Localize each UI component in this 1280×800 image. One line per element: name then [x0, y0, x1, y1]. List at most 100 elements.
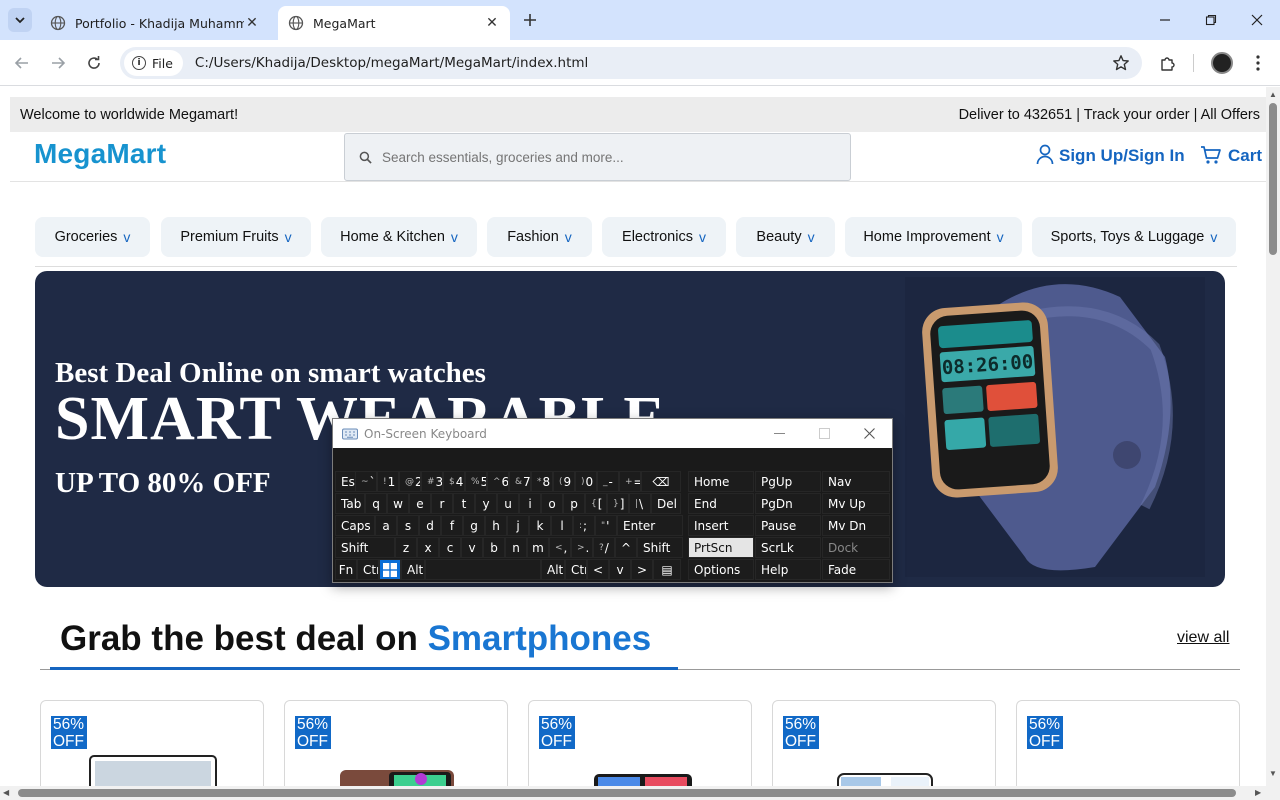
osk-nav-key[interactable]: Mv Up: [822, 493, 890, 514]
osk-key[interactable]: * 8: [531, 471, 553, 492]
osk-nav-key[interactable]: Fade: [822, 559, 890, 580]
osk-key[interactable]: >.: [571, 537, 593, 558]
osk-key[interactable]: w: [387, 493, 409, 514]
osk-key[interactable]: z: [395, 537, 417, 558]
topbar-links[interactable]: Deliver to 432651 | Track your order | A…: [959, 107, 1260, 123]
osk-key[interactable]: a: [375, 515, 397, 536]
osk-key[interactable]: (9: [553, 471, 575, 492]
osk-key[interactable]: _ -: [597, 471, 619, 492]
osk-key[interactable]: k: [529, 515, 551, 536]
osk-key[interactable]: l: [551, 515, 573, 536]
osk-key[interactable]: ! 1: [377, 471, 399, 492]
osk-key[interactable]: Tab: [335, 493, 365, 514]
osk-key[interactable]: ▤: [653, 559, 681, 580]
osk-key[interactable]: u: [497, 493, 519, 514]
osk-key[interactable]: " ': [595, 515, 617, 536]
osk-key[interactable]: ⌫: [641, 471, 681, 492]
osk-key[interactable]: :;: [573, 515, 595, 536]
category-groceries[interactable]: Groceries v: [35, 217, 150, 257]
osk-key[interactable]: [425, 559, 541, 580]
cart-link[interactable]: Cart: [1200, 144, 1262, 166]
osk-key[interactable]: #3: [421, 471, 443, 492]
osk-key[interactable]: v: [609, 559, 631, 580]
osk-key[interactable]: Fn: [335, 559, 357, 580]
profile-avatar[interactable]: [1211, 52, 1233, 74]
osk-nav-key[interactable]: Insert: [688, 515, 754, 536]
scroll-left-icon[interactable]: ◀: [3, 788, 9, 797]
osk-key[interactable]: o: [541, 493, 563, 514]
osk-key[interactable]: Del: [651, 493, 681, 514]
product-card[interactable]: 56% OFF: [772, 700, 996, 786]
osk-nav-key[interactable]: End: [688, 493, 754, 514]
osk-key[interactable]: Shift: [335, 537, 395, 558]
osk-key[interactable]: Ctrl: [357, 559, 379, 580]
osk-key[interactable]: | \: [629, 493, 651, 514]
osk-key[interactable]: e: [409, 493, 431, 514]
osk-nav-key[interactable]: Help: [755, 559, 821, 580]
category-electronics[interactable]: Electronics v: [602, 217, 726, 257]
scroll-right-icon[interactable]: ▶: [1255, 788, 1261, 797]
osk-key[interactable]: Ctrl: [565, 559, 587, 580]
osk-key[interactable]: y: [475, 493, 497, 514]
osk-key[interactable]: p: [563, 493, 585, 514]
osk-maximize-button[interactable]: [801, 419, 847, 448]
osk-key[interactable]: @2: [399, 471, 421, 492]
search-box[interactable]: [344, 133, 851, 181]
osk-nav-key[interactable]: ScrLk: [755, 537, 821, 558]
menu-dots-icon[interactable]: [1245, 50, 1271, 76]
category-fashion[interactable]: Fashion v: [487, 217, 592, 257]
osk-key[interactable]: Alt: [541, 559, 565, 580]
osk-key[interactable]: }]: [607, 493, 629, 514]
search-input[interactable]: [382, 149, 822, 165]
osk-nav-key[interactable]: Options: [688, 559, 754, 580]
osk-key[interactable]: ) 0: [575, 471, 597, 492]
osk-nav-key[interactable]: PrtScn: [688, 537, 754, 558]
osk-key[interactable]: +=: [619, 471, 641, 492]
osk-key[interactable]: & 7: [509, 471, 531, 492]
osk-key[interactable]: q: [365, 493, 387, 514]
reload-button[interactable]: [81, 50, 107, 76]
osk-nav-key[interactable]: Mv Dn: [822, 515, 890, 536]
osk-key[interactable]: ^: [615, 537, 637, 558]
product-card[interactable]: 56% OFF: [528, 700, 752, 786]
osk-key[interactable]: >: [631, 559, 653, 580]
forward-button[interactable]: [45, 50, 71, 76]
product-card[interactable]: 56% OFF: [284, 700, 508, 786]
osk-key[interactable]: Alt: [401, 559, 425, 580]
vertical-scrollbar[interactable]: ▲ ▼: [1266, 87, 1280, 786]
view-all-link[interactable]: view all: [1177, 629, 1229, 647]
back-button[interactable]: [9, 50, 35, 76]
signin-link[interactable]: Sign Up/Sign In: [1036, 144, 1185, 166]
osk-key[interactable]: d: [419, 515, 441, 536]
product-card[interactable]: 56% OFF: [1016, 700, 1240, 786]
osk-key-windows[interactable]: [379, 559, 401, 580]
category-sports-toys-luggage[interactable]: Sports, Toys & Luggage v: [1032, 217, 1236, 257]
horizontal-scrollbar[interactable]: ◀ ▶: [0, 786, 1280, 800]
osk-key[interactable]: ~ `: [355, 471, 377, 492]
osk-key[interactable]: s: [397, 515, 419, 536]
restore-window-button[interactable]: [1188, 0, 1234, 40]
osk-nav-key[interactable]: Home: [688, 471, 754, 492]
osk-key[interactable]: b: [483, 537, 505, 558]
osk-nav-key[interactable]: Dock: [822, 537, 890, 558]
osk-key[interactable]: i: [519, 493, 541, 514]
osk-key[interactable]: x: [417, 537, 439, 558]
osk-key[interactable]: Enter: [617, 515, 683, 536]
osk-key[interactable]: <: [587, 559, 609, 580]
osk-key[interactable]: j: [507, 515, 529, 536]
site-logo[interactable]: MegaMart: [34, 138, 166, 170]
category-home-kitchen[interactable]: Home & Kitchen v: [321, 217, 477, 257]
osk-nav-key[interactable]: Nav: [822, 471, 890, 492]
osk-key[interactable]: {[: [585, 493, 607, 514]
osk-key[interactable]: c: [439, 537, 461, 558]
vertical-scroll-thumb[interactable]: [1269, 103, 1277, 255]
minimize-window-button[interactable]: [1142, 0, 1188, 40]
product-card[interactable]: 56% OFF: [40, 700, 264, 786]
close-tab-icon[interactable]: ✕: [484, 15, 500, 31]
osk-close-button[interactable]: [846, 419, 892, 448]
osk-key[interactable]: f: [441, 515, 463, 536]
extensions-icon[interactable]: [1155, 50, 1181, 76]
osk-key[interactable]: Shift: [637, 537, 683, 558]
osk-nav-key[interactable]: PgDn: [755, 493, 821, 514]
osk-key[interactable]: %5: [465, 471, 487, 492]
